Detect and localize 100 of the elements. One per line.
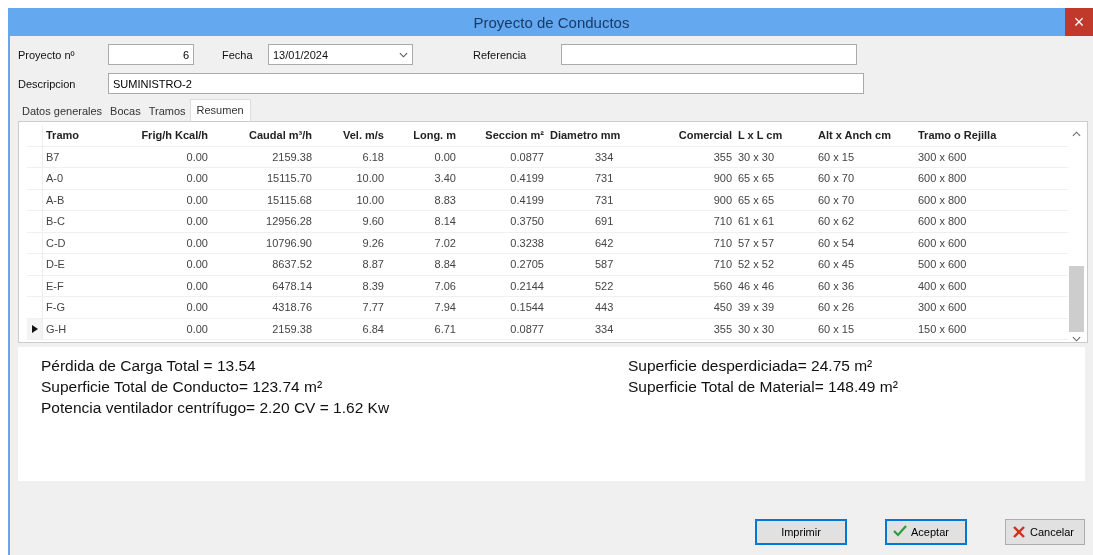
table-cell-text: 334: [594, 150, 615, 163]
table-cell-text: 731: [594, 172, 615, 185]
table-cell-text: 60 x 26: [817, 301, 856, 314]
table-cell-text: 0.00: [185, 215, 209, 228]
row-header[interactable]: [27, 318, 43, 339]
table-cell-text: 30 x 30: [737, 150, 776, 163]
table-cell-text: D-E: [45, 258, 66, 271]
table-cell-text: 710: [712, 215, 733, 228]
column-header[interactable]: L x L cm: [735, 129, 815, 142]
table-cell-text: 0.00: [185, 150, 209, 163]
cancel-button[interactable]: Cancelar: [1005, 519, 1085, 545]
table-cell-text: 355: [712, 322, 733, 335]
date-dropdown[interactable]: 13/01/2024: [268, 44, 413, 65]
table-cell-text: 12956.28: [265, 215, 313, 228]
table-cell-text: 10796.90: [265, 236, 313, 249]
scroll-thumb[interactable]: [1069, 266, 1084, 332]
scroll-down-icon[interactable]: [1072, 336, 1081, 342]
field-label: Fecha: [222, 48, 254, 61]
column-header[interactable]: Tramo: [43, 129, 125, 142]
table-cell-text: 46 x 46: [737, 279, 776, 292]
table-cell-text: 900: [712, 193, 733, 206]
print-button[interactable]: Imprimir: [755, 519, 847, 545]
summary-text: Potencia ventilador centrífugo= 2.20 CV = 1.62 Kw: [41, 398, 391, 418]
table-cell-text: 60 x 62: [817, 215, 856, 228]
table-cell-text: 52 x 52: [737, 258, 776, 271]
table-cell-text: 522: [594, 279, 615, 292]
column-header[interactable]: Tramo o Rejilla: [915, 129, 1029, 142]
table-cell-text: 65 x 65: [737, 193, 776, 206]
table-cell-text: 6.84: [361, 322, 385, 335]
accept-button[interactable]: Aceptar: [885, 519, 967, 545]
table-cell-text: B7: [45, 150, 61, 163]
column-header[interactable]: Alt x Anch cm: [815, 129, 915, 142]
column-header[interactable]: Frig/h Kcal/h: [125, 129, 211, 142]
table-cell-text: 0.1544: [509, 301, 545, 314]
table-cell-text: 691: [594, 215, 615, 228]
column-header[interactable]: Comercial: [647, 129, 735, 142]
column-header[interactable]: Vel. m/s: [315, 129, 387, 142]
current-row-icon: [31, 324, 38, 333]
field-label: Proyecto nº: [18, 48, 76, 61]
table-cell-text: 15115.70: [265, 172, 313, 185]
column-header[interactable]: Caudal m³/h: [211, 129, 315, 142]
table-cell-text: F-G: [45, 301, 66, 314]
table-cell-text: 2159.38: [271, 322, 313, 335]
table-cell-text: 8.39: [361, 279, 385, 292]
table-cell-text: 600 x 800: [917, 172, 968, 185]
table-cell-text: 8.83: [433, 193, 457, 206]
tab[interactable]: Resumen: [189, 99, 251, 121]
table-cell-text: 443: [594, 301, 615, 314]
tab[interactable]: Tramos: [144, 102, 190, 121]
table-cell-text: 0.00: [185, 279, 209, 292]
scroll-up-icon[interactable]: [1072, 131, 1081, 137]
table-cell-text: 0.00: [185, 172, 209, 185]
table-cell-text: 0.00: [185, 301, 209, 314]
table-cell-text: 8637.52: [271, 258, 313, 271]
tab[interactable]: Datos generales: [18, 102, 107, 121]
window-title: Proyecto de Conductos: [473, 13, 630, 31]
description-field[interactable]: SUMINISTRO-2: [108, 73, 864, 94]
table-cell-text: 7.02: [433, 236, 457, 249]
table-cell-text: 300 x 600: [917, 301, 968, 314]
table-cell-text: 355: [712, 150, 733, 163]
table-cell-text: 0.2144: [509, 279, 545, 292]
table-cell-text: 7.94: [433, 301, 457, 314]
table-cell-text: 642: [594, 236, 615, 249]
table-cell-text: 2159.38: [271, 150, 313, 163]
table-cell-text: 9.26: [361, 236, 385, 249]
cross-icon: [1012, 525, 1026, 539]
summary-text: Superficie Total de Material= 148.49 m²: [628, 377, 899, 397]
table-cell-text: 60 x 70: [817, 172, 856, 185]
table-cell-text: 3.40: [433, 172, 457, 185]
table-cell-text: 8.87: [361, 258, 385, 271]
table-cell-text: 0.00: [185, 258, 209, 271]
table-cell-text: 450: [712, 301, 733, 314]
table-cell-text: 8.14: [433, 215, 457, 228]
field-label: Descripcion: [18, 77, 77, 90]
table-cell-text: 60 x 70: [817, 193, 856, 206]
project-number-field[interactable]: 6: [108, 44, 194, 65]
table-cell-text: 0.2705: [509, 258, 545, 271]
table-cell-text: 0.00: [185, 193, 209, 206]
table-cell-text: 8.84: [433, 258, 457, 271]
table-cell-text: 60 x 15: [817, 322, 856, 335]
table-cell-text: 60 x 54: [817, 236, 856, 249]
tab[interactable]: Bocas: [106, 102, 145, 121]
table-cell-text: A-0: [45, 172, 65, 185]
chevron-down-icon: [399, 51, 408, 58]
column-header[interactable]: Long. m: [387, 129, 459, 142]
table-cell-text: 0.0877: [509, 150, 545, 163]
table-cell-text: 30 x 30: [737, 322, 776, 335]
table-cell-text: 6478.14: [271, 279, 313, 292]
table-cell-text: 0.3238: [509, 236, 545, 249]
reference-field[interactable]: [561, 44, 857, 65]
table-cell-text: B-C: [45, 215, 66, 228]
table-cell-text: 7.77: [361, 301, 385, 314]
column-header[interactable]: Seccion m²: [459, 129, 547, 142]
table-cell-text: 731: [594, 193, 615, 206]
checkmark-icon: [893, 525, 907, 539]
table-cell-text: 0.00: [185, 236, 209, 249]
column-header[interactable]: Diametro mm: [547, 129, 647, 142]
table-cell-text: 39 x 39: [737, 301, 776, 314]
close-button[interactable]: ×: [1065, 8, 1093, 36]
table-cell-text: 600 x 800: [917, 193, 968, 206]
